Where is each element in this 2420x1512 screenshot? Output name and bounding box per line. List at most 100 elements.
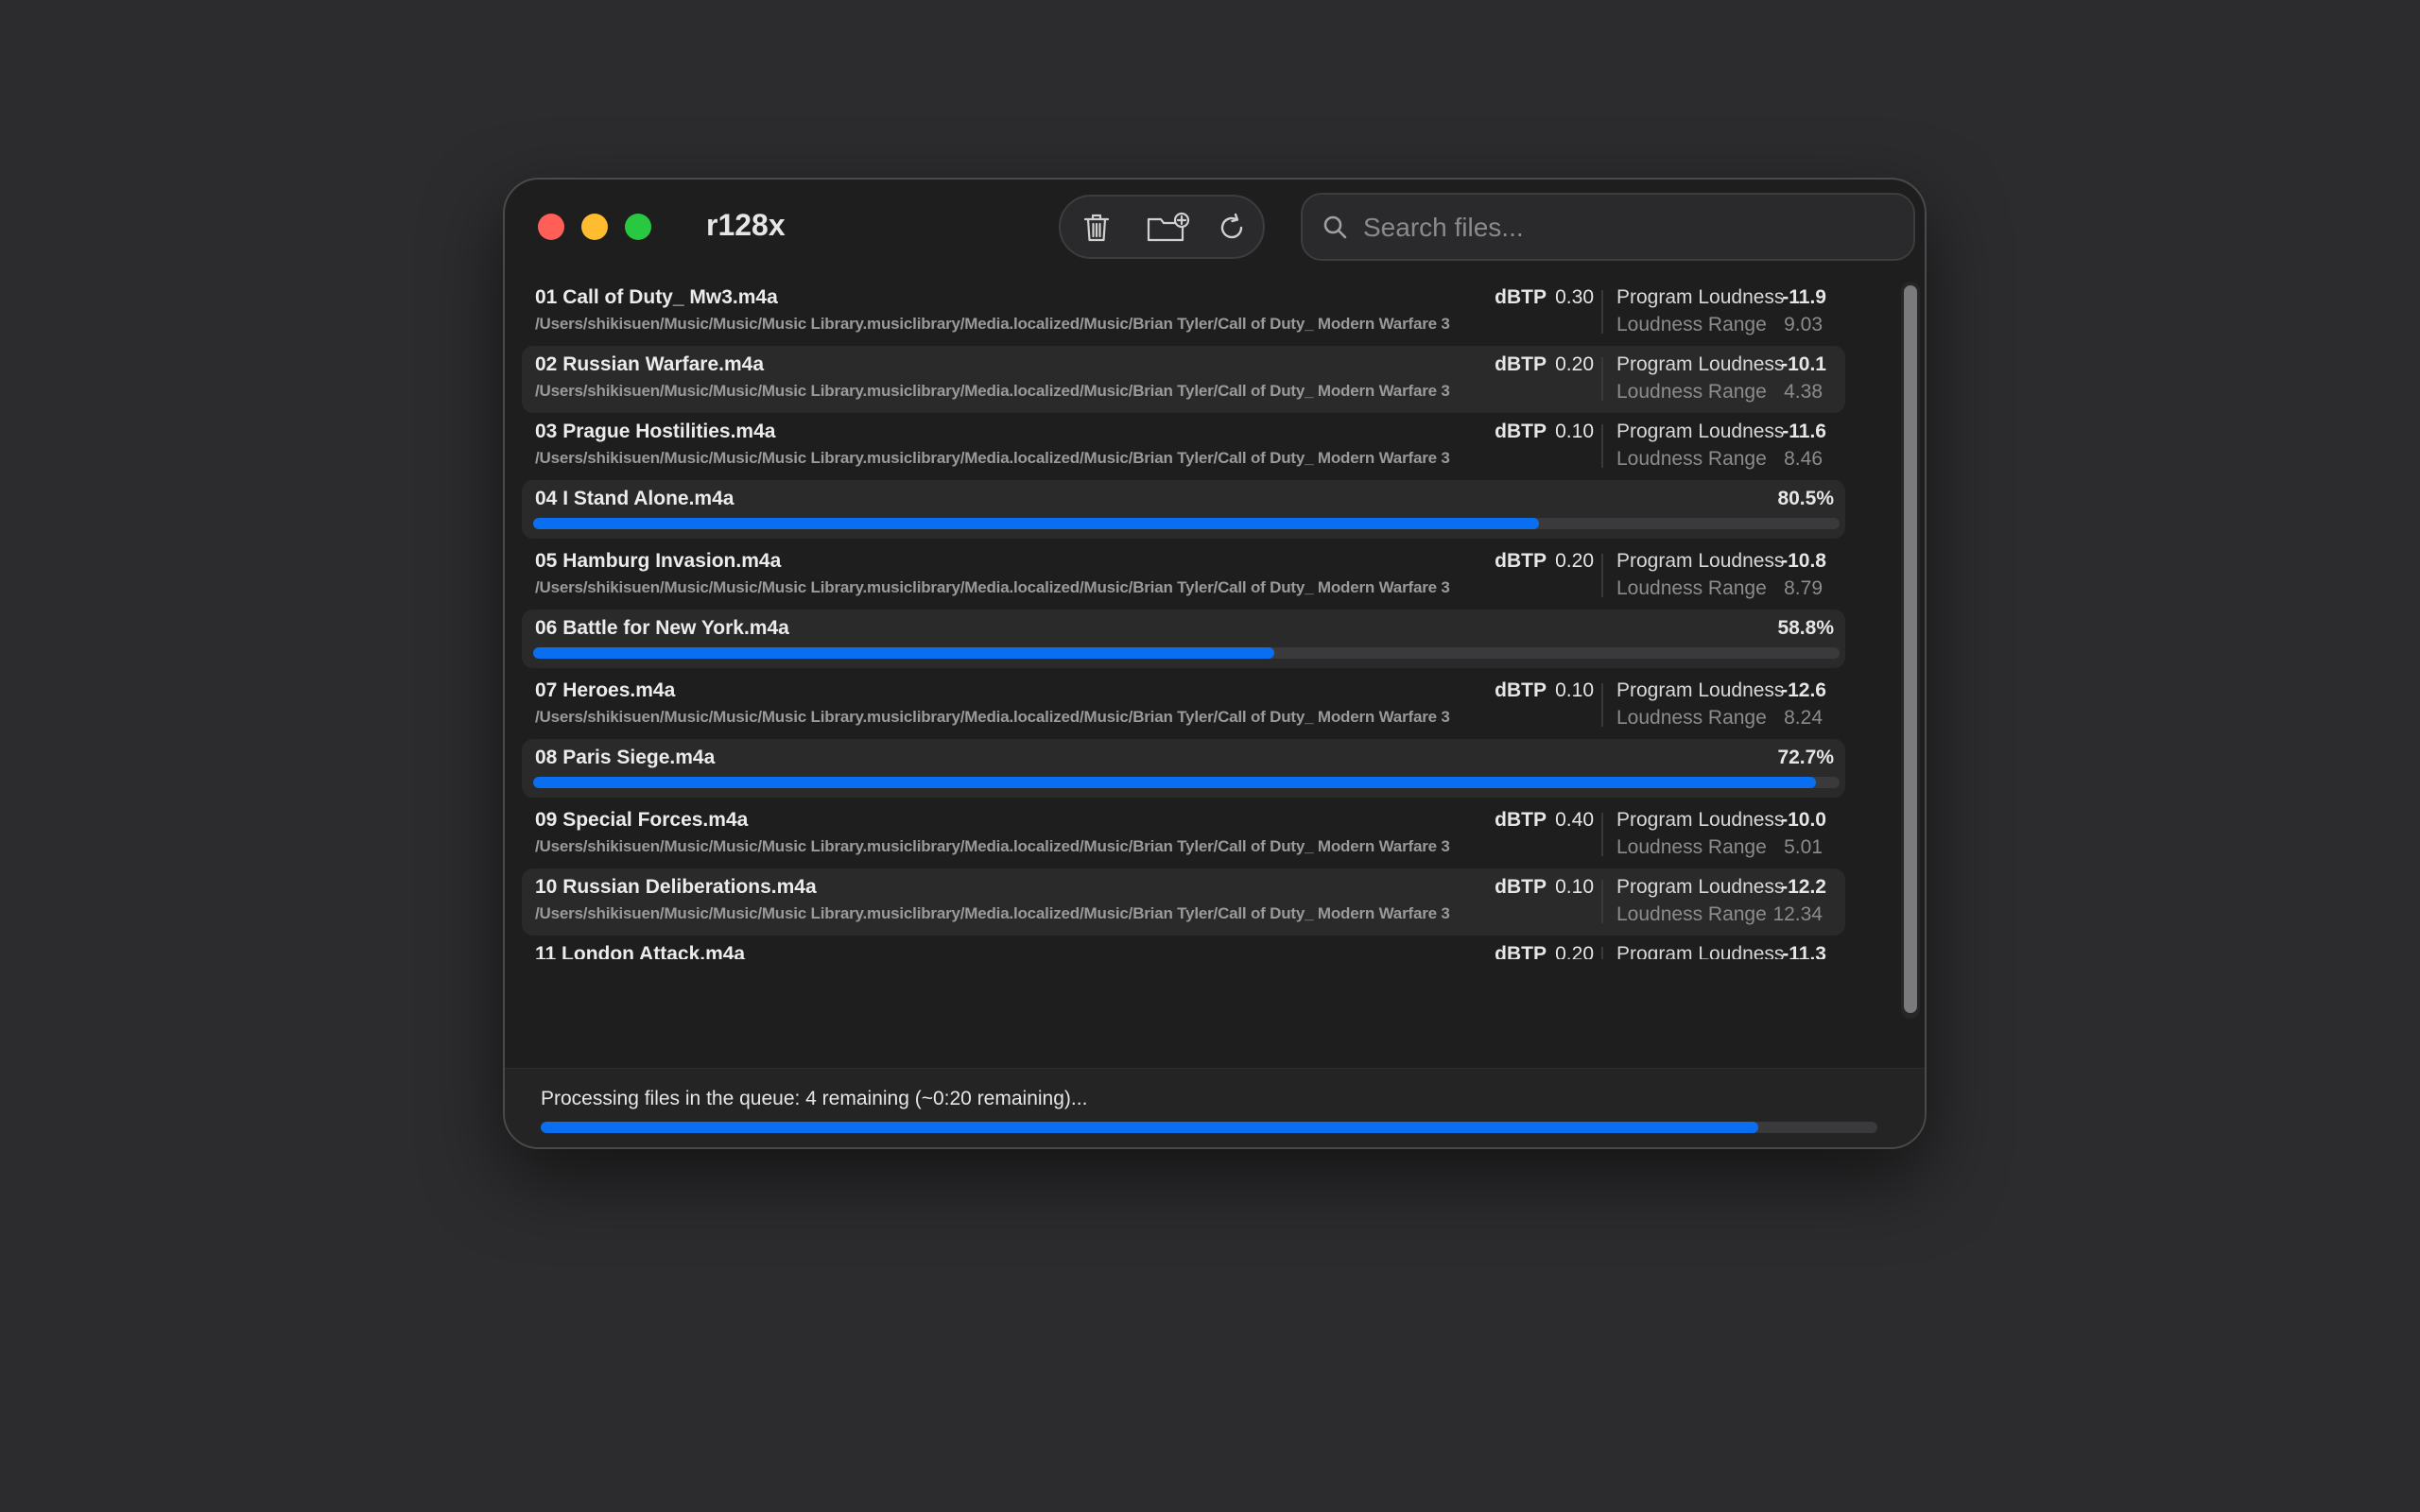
file-name: 03 Prague Hostilities.m4a <box>535 421 776 442</box>
program-loudness-value: -11.9 <box>1782 286 1826 308</box>
program-loudness-label: Program Loudness <box>1616 809 1785 831</box>
dbtp-label: dBTP <box>1495 286 1547 308</box>
clear-list-button[interactable] <box>1078 209 1115 247</box>
loudness-range-value: 8.79 <box>1784 577 1823 599</box>
queue-progress-bar <box>541 1122 1877 1133</box>
dbtp-label: dBTP <box>1495 679 1547 701</box>
loudness-range-label: Loudness Range <box>1616 707 1767 729</box>
close-window-button[interactable] <box>538 214 564 240</box>
file-row[interactable]: 11 London Attack.m4a/Users/shikisuen/Mus… <box>522 936 1845 959</box>
file-row[interactable]: 09 Special Forces.m4a/Users/shikisuen/Mu… <box>522 801 1845 868</box>
column-divider <box>1601 880 1603 923</box>
dbtp-value: 0.20 <box>1555 353 1594 375</box>
file-path: /Users/shikisuen/Music/Music/Music Libra… <box>535 708 1450 726</box>
loudness-range-label: Loudness Range <box>1616 314 1767 335</box>
progress-percent: 72.7% <box>1777 747 1834 768</box>
program-loudness-label: Program Loudness <box>1616 550 1785 572</box>
loudness-range-value: 12.34 <box>1772 903 1823 925</box>
dbtp-label: dBTP <box>1495 943 1547 959</box>
file-list: 01 Call of Duty_ Mw3.m4a/Users/shikisuen… <box>522 279 1845 959</box>
add-folder-button[interactable] <box>1144 209 1193 247</box>
trash-icon <box>1083 214 1110 242</box>
file-progress-fill <box>533 647 1274 659</box>
loudness-range-label: Loudness Range <box>1616 903 1767 925</box>
app-window: r128x 01 Call of Duty_ Mw3 <box>503 178 1927 1149</box>
file-row[interactable]: 10 Russian Deliberations.m4a/Users/shiki… <box>522 868 1845 936</box>
loudness-range-value: 8.24 <box>1784 707 1823 729</box>
dbtp-value: 0.30 <box>1555 286 1594 308</box>
file-row[interactable]: 03 Prague Hostilities.m4a/Users/shikisue… <box>522 413 1845 480</box>
progress-percent: 58.8% <box>1777 617 1834 639</box>
file-name: 08 Paris Siege.m4a <box>535 747 716 768</box>
dbtp-label: dBTP <box>1495 876 1547 898</box>
loudness-range-label: Loudness Range <box>1616 836 1767 858</box>
dbtp-label: dBTP <box>1495 353 1547 375</box>
file-name: 04 I Stand Alone.m4a <box>535 488 735 509</box>
file-path: /Users/shikisuen/Music/Music/Music Libra… <box>535 315 1450 333</box>
file-row[interactable]: 05 Hamburg Invasion.m4a/Users/shikisuen/… <box>522 542 1845 610</box>
search-input[interactable] <box>1361 195 1894 261</box>
folder-plus-icon <box>1147 212 1190 242</box>
file-name: 02 Russian Warfare.m4a <box>535 353 765 375</box>
column-divider <box>1601 554 1603 597</box>
column-divider <box>1601 424 1603 468</box>
dbtp-label: dBTP <box>1495 809 1547 831</box>
program-loudness-label: Program Loudness <box>1616 421 1785 442</box>
file-path: /Users/shikisuen/Music/Music/Music Libra… <box>535 904 1450 922</box>
dbtp-value: 0.10 <box>1555 876 1594 898</box>
minimize-window-button[interactable] <box>581 214 608 240</box>
search-field <box>1301 193 1915 261</box>
program-loudness-value: -12.2 <box>1781 876 1826 898</box>
file-name: 05 Hamburg Invasion.m4a <box>535 550 782 572</box>
refresh-icon <box>1220 213 1243 239</box>
program-loudness-value: -10.0 <box>1781 809 1826 831</box>
loudness-range-value: 4.38 <box>1784 381 1823 403</box>
refresh-button[interactable] <box>1213 209 1251 247</box>
file-path: /Users/shikisuen/Music/Music/Music Libra… <box>535 837 1450 855</box>
program-loudness-value: -10.1 <box>1781 353 1826 375</box>
file-name: 06 Battle for New York.m4a <box>535 617 789 639</box>
file-row[interactable]: 02 Russian Warfare.m4a/Users/shikisuen/M… <box>522 346 1845 413</box>
column-divider <box>1601 683 1603 727</box>
maximize-window-button[interactable] <box>625 214 651 240</box>
program-loudness-value: -11.3 <box>1782 943 1826 959</box>
dbtp-value: 0.20 <box>1555 943 1594 959</box>
loudness-range-label: Loudness Range <box>1616 381 1767 403</box>
processing-row[interactable]: 08 Paris Siege.m4a 72.7% <box>522 739 1845 798</box>
queue-progress-fill <box>541 1122 1759 1133</box>
file-name: 01 Call of Duty_ Mw3.m4a <box>535 286 778 308</box>
column-divider <box>1601 813 1603 856</box>
search-icon <box>1323 215 1347 239</box>
processing-row[interactable]: 04 I Stand Alone.m4a 80.5% <box>522 480 1845 539</box>
processing-row[interactable]: 06 Battle for New York.m4a 58.8% <box>522 610 1845 668</box>
status-text: Processing files in the queue: 4 remaini… <box>541 1088 1088 1109</box>
scrollbar-thumb[interactable] <box>1904 285 1917 1013</box>
dbtp-value: 0.40 <box>1555 809 1594 831</box>
scrollbar[interactable] <box>1901 282 1920 1019</box>
column-divider <box>1601 290 1603 334</box>
program-loudness-label: Program Loudness <box>1616 876 1785 898</box>
file-name: 11 London Attack.m4a <box>535 943 746 959</box>
dbtp-value: 0.10 <box>1555 421 1594 442</box>
column-divider <box>1601 947 1603 959</box>
status-footer: Processing files in the queue: 4 remaini… <box>505 1068 1925 1147</box>
loudness-range-label: Loudness Range <box>1616 448 1767 470</box>
toolbar-group <box>1059 195 1265 259</box>
dbtp-label: dBTP <box>1495 550 1547 572</box>
program-loudness-label: Program Loudness <box>1616 353 1785 375</box>
file-row[interactable]: 07 Heroes.m4a/Users/shikisuen/Music/Musi… <box>522 672 1845 739</box>
file-path: /Users/shikisuen/Music/Music/Music Libra… <box>535 578 1450 596</box>
file-row[interactable]: 01 Call of Duty_ Mw3.m4a/Users/shikisuen… <box>522 279 1845 346</box>
column-divider <box>1601 357 1603 401</box>
program-loudness-label: Program Loudness <box>1616 943 1785 959</box>
file-progress-bar <box>533 777 1840 788</box>
program-loudness-value: -10.8 <box>1781 550 1826 572</box>
loudness-range-value: 9.03 <box>1784 314 1823 335</box>
file-progress-fill <box>533 518 1540 529</box>
file-path: /Users/shikisuen/Music/Music/Music Libra… <box>535 449 1450 467</box>
dbtp-value: 0.20 <box>1555 550 1594 572</box>
program-loudness-label: Program Loudness <box>1616 286 1785 308</box>
dbtp-label: dBTP <box>1495 421 1547 442</box>
file-name: 09 Special Forces.m4a <box>535 809 749 831</box>
program-loudness-value: -11.6 <box>1782 421 1826 442</box>
